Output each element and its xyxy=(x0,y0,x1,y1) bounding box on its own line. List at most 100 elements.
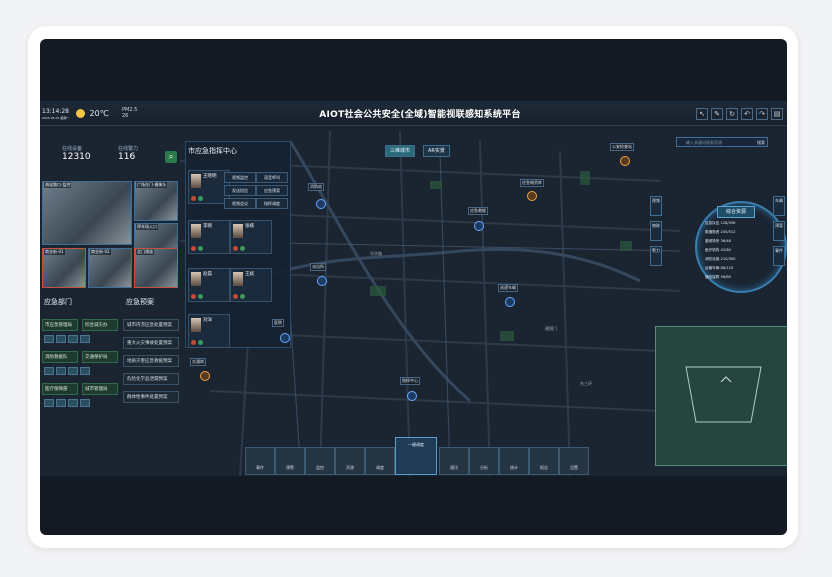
person-card[interactable]: 赵磊 xyxy=(188,268,230,302)
department-item[interactable]: 城市管理局 xyxy=(82,383,118,395)
resource-row[interactable]: 运输车辆 88/120 xyxy=(705,266,733,271)
video-icon[interactable] xyxy=(198,246,203,251)
camera-feed-alert[interactable]: 商业街-01 xyxy=(42,248,86,288)
context-menu-item[interactable]: 发送短信 xyxy=(224,185,256,196)
resource-count: 42/60 xyxy=(720,248,731,252)
map-marker[interactable] xyxy=(474,221,484,231)
context-menu-item[interactable]: 应急预案 xyxy=(256,185,288,196)
video-icon[interactable] xyxy=(198,340,203,345)
draw-icon[interactable]: ✎ xyxy=(711,108,723,120)
minimap[interactable] xyxy=(655,326,787,466)
tab-ar-view[interactable]: AR实景 xyxy=(423,145,450,157)
plan-item[interactable]: 地质灾害应急救援预案 xyxy=(123,355,179,367)
context-menu-item[interactable]: 视频监控 xyxy=(224,172,256,183)
side-tag[interactable]: 预案 xyxy=(773,221,785,241)
phone-icon[interactable] xyxy=(191,294,196,299)
dock-item[interactable]: 统计 xyxy=(499,447,529,475)
phone-icon[interactable] xyxy=(191,340,196,345)
map-marker[interactable] xyxy=(317,276,327,286)
phone-icon[interactable] xyxy=(191,196,196,201)
undo-icon[interactable]: ↶ xyxy=(741,108,753,120)
person-card[interactable]: 李刚 xyxy=(188,220,230,254)
camera-feed[interactable]: 海淀路口-监控 xyxy=(42,181,132,245)
person-card[interactable]: 张楠 xyxy=(230,220,272,254)
department-item[interactable]: 医疗保障部 xyxy=(42,383,78,395)
department-item[interactable]: 消防救援队 xyxy=(42,351,78,363)
dock-item[interactable]: 设置 xyxy=(559,447,589,475)
plan-item[interactable]: 危险化学品泄漏预案 xyxy=(123,373,179,385)
side-tag[interactable]: 车辆 xyxy=(773,196,785,216)
dock-item[interactable]: 资源 xyxy=(335,447,365,475)
resource-row[interactable]: 通信保障 56/80 xyxy=(705,275,731,280)
pointer-icon[interactable]: ↖ xyxy=(696,108,708,120)
side-tag[interactable]: 视频 xyxy=(650,196,662,216)
plan-item[interactable]: 城市内涝应急处置预案 xyxy=(123,319,179,331)
video-icon[interactable] xyxy=(198,196,203,201)
video-icon[interactable] xyxy=(56,399,66,407)
context-menu-item[interactable]: 指挥调度 xyxy=(256,198,288,209)
dock-item[interactable]: 监控 xyxy=(305,447,335,475)
phone-icon[interactable] xyxy=(44,399,54,407)
dock-item[interactable]: 调度 xyxy=(365,447,395,475)
phone-icon[interactable] xyxy=(44,367,54,375)
person-card[interactable]: 刘洋 xyxy=(188,314,230,348)
left-panel: 在线设备 12310 在线警力 116 ⌕ 海淀路口-监控 广场东门-摄像头 停… xyxy=(40,141,180,471)
department-item[interactable]: 综合减灾办 xyxy=(82,319,118,331)
phone-icon[interactable] xyxy=(68,367,78,375)
camera-feed[interactable]: 广场东门-摄像头 xyxy=(134,181,178,221)
person-card[interactable]: 王斌 xyxy=(230,268,272,302)
map-marker[interactable] xyxy=(620,156,630,166)
map-marker[interactable] xyxy=(316,199,326,209)
map-toolbar: ↖ ✎ ↻ ↶ ↷ ▤ xyxy=(696,108,783,120)
redo-icon[interactable]: ↷ xyxy=(756,108,768,120)
plan-item[interactable]: 群体性事件处置预案 xyxy=(123,391,179,403)
resource-search-button[interactable]: 搜索 xyxy=(757,138,765,148)
dock-item[interactable]: 通讯 xyxy=(439,447,469,475)
map-marker[interactable] xyxy=(407,391,417,401)
video-icon[interactable] xyxy=(240,246,245,251)
phone-icon[interactable] xyxy=(233,246,238,251)
department-item[interactable]: 市应急管理局 xyxy=(42,319,78,331)
rotate-icon[interactable]: ↻ xyxy=(726,108,738,120)
command-center-panel: 市应急指挥中心 王晓明 李刚 张楠 赵磊 王斌 刘洋 视频监控 语音呼叫 发送短… xyxy=(185,141,291,348)
context-menu-item[interactable]: 语音呼叫 xyxy=(256,172,288,183)
resource-search-input[interactable]: 输入关键词搜索资源 搜索 xyxy=(676,137,768,147)
resource-row[interactable]: 应急队伍 128/356 xyxy=(705,221,735,226)
dock-item[interactable]: 分析 xyxy=(469,447,499,475)
resource-row[interactable]: 医疗机构 42/60 xyxy=(705,248,731,253)
map-marker[interactable] xyxy=(280,333,290,343)
phone-icon[interactable] xyxy=(233,294,238,299)
resource-row[interactable]: 救援物资 245/512 xyxy=(705,230,735,235)
video-icon[interactable] xyxy=(80,367,90,375)
resource-row[interactable]: 避难场所 36/48 xyxy=(705,239,731,244)
resource-row[interactable]: 消防设施 210/300 xyxy=(705,257,735,262)
map-marker[interactable] xyxy=(505,297,515,307)
video-icon[interactable] xyxy=(240,294,245,299)
context-menu-item[interactable]: 视频会议 xyxy=(224,198,256,209)
department-item[interactable]: 交通保护局 xyxy=(82,351,118,363)
plan-item[interactable]: 重大火灾事故处置预案 xyxy=(123,337,179,349)
video-icon[interactable] xyxy=(56,367,66,375)
phone-icon[interactable] xyxy=(191,246,196,251)
phone-icon[interactable] xyxy=(68,399,78,407)
camera-feed[interactable]: 商业街-02 xyxy=(88,248,132,288)
camera-feed-alert[interactable]: 北门通道 xyxy=(134,248,178,288)
side-tag[interactable]: 警力 xyxy=(650,246,662,266)
video-icon[interactable] xyxy=(80,335,90,343)
phone-icon[interactable] xyxy=(68,335,78,343)
video-icon[interactable] xyxy=(198,294,203,299)
dock-item[interactable]: 事件 xyxy=(245,447,275,475)
tab-3d-city[interactable]: 三维城市 xyxy=(385,145,416,157)
video-icon[interactable] xyxy=(56,335,66,343)
side-tag[interactable]: 物联 xyxy=(650,221,662,241)
layers-icon[interactable]: ▤ xyxy=(771,108,783,120)
dock-item[interactable]: 预警 xyxy=(275,447,305,475)
dispatch-button[interactable]: 一键调度 xyxy=(395,437,437,475)
side-tag[interactable]: 事件 xyxy=(773,246,785,266)
map-marker[interactable] xyxy=(527,191,537,201)
map-marker[interactable] xyxy=(200,371,210,381)
video-icon[interactable] xyxy=(80,399,90,407)
phone-icon[interactable] xyxy=(44,335,54,343)
search-icon[interactable]: ⌕ xyxy=(165,151,177,163)
dock-item[interactable]: 报告 xyxy=(529,447,559,475)
